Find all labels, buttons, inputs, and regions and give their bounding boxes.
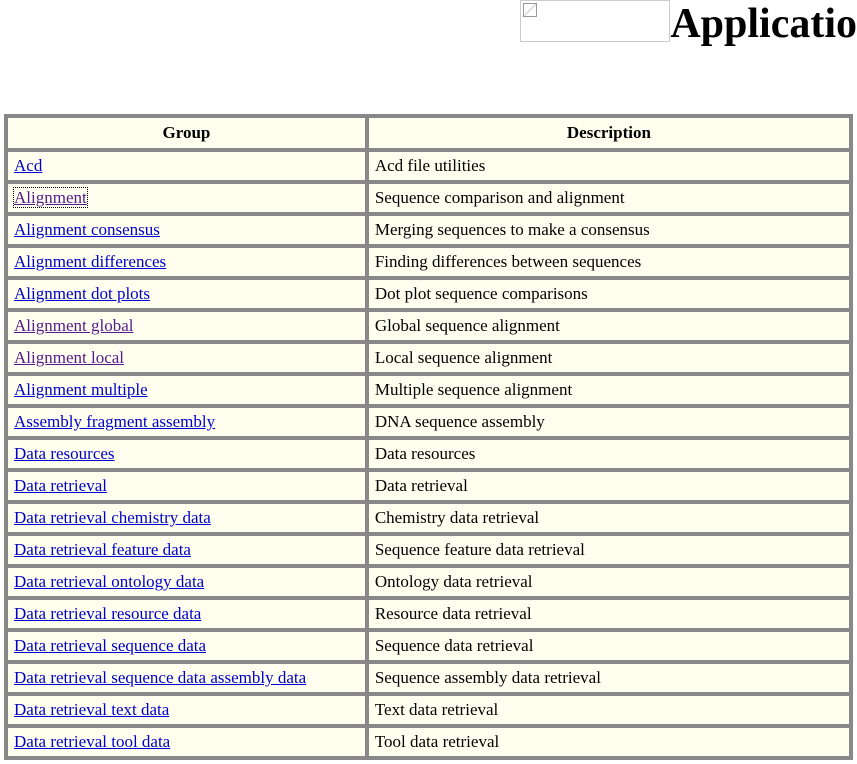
- cell-description: Text data retrieval: [368, 695, 850, 725]
- cell-description: Dot plot sequence comparisons: [368, 279, 850, 309]
- group-link[interactable]: Data retrieval resource data: [14, 604, 201, 623]
- group-link[interactable]: Data retrieval feature data: [14, 540, 191, 559]
- table-container: Group Description AcdAcd file utilitiesA…: [0, 110, 857, 764]
- table-row: Alignment differences Finding differences…: [7, 247, 850, 277]
- header-logo-box: [520, 0, 670, 42]
- table-body: Acd Acd file utilities Alignment Sequence c…: [7, 151, 850, 757]
- groups-table: Group Description AcdAcd file utilitiesA…: [4, 114, 853, 760]
- group-link[interactable]: Alignment differences: [14, 252, 166, 271]
- cell-description: Global sequence alignment: [368, 311, 850, 341]
- group-link[interactable]: Data retrieval tool data: [14, 732, 170, 751]
- cell-description: Sequence data retrieval: [368, 631, 850, 661]
- cell-description: DNA sequence assembly: [368, 407, 850, 437]
- table-row: Data retrieval chemistry data Chemistry d…: [7, 503, 850, 533]
- group-link[interactable]: Data retrieval: [14, 476, 107, 495]
- spacer: [0, 60, 857, 110]
- cell-group: Data retrieval chemistry data: [7, 503, 366, 533]
- group-link[interactable]: Alignment dot plots: [14, 284, 150, 303]
- cell-group: Data retrieval sequence data: [7, 631, 366, 661]
- cell-group: Alignment: [7, 183, 366, 213]
- cell-group: Data retrieval resource data: [7, 599, 366, 629]
- table-row: Data retrieval ontology data Ontology dat…: [7, 567, 850, 597]
- group-link[interactable]: Alignment local: [14, 348, 124, 367]
- page-header: Applicatio: [0, 0, 857, 60]
- group-link[interactable]: Data retrieval text data: [14, 700, 169, 719]
- cell-description: Resource data retrieval: [368, 599, 850, 629]
- cell-description: Finding differences between sequences: [368, 247, 850, 277]
- cell-group: Assembly fragment assembly: [7, 407, 366, 437]
- table-row: Data retrieval text data Text data retrie…: [7, 695, 850, 725]
- group-link[interactable]: Data retrieval chemistry data: [14, 508, 211, 527]
- table-row: Alignment Sequence comparison and alignme…: [7, 183, 850, 213]
- cell-description: Data retrieval: [368, 471, 850, 501]
- group-link[interactable]: Acd: [14, 156, 42, 175]
- cell-description: Sequence feature data retrieval: [368, 535, 850, 565]
- table-row: Alignment consensus Merging sequences to …: [7, 215, 850, 245]
- group-link[interactable]: Data retrieval ontology data: [14, 572, 204, 591]
- group-link[interactable]: Assembly fragment assembly: [14, 412, 215, 431]
- cell-description: Ontology data retrieval: [368, 567, 850, 597]
- cell-group: Data retrieval sequence data assembly da…: [7, 663, 366, 693]
- cell-description: Data resources: [368, 439, 850, 469]
- cell-group: Alignment consensus: [7, 215, 366, 245]
- cell-description: Acd file utilities: [368, 151, 850, 181]
- group-link[interactable]: Alignment: [14, 188, 87, 207]
- cell-description: Multiple sequence alignment: [368, 375, 850, 405]
- cell-group: Data retrieval ontology data: [7, 567, 366, 597]
- cell-description: Local sequence alignment: [368, 343, 850, 373]
- table-header-row: Group Description: [7, 117, 850, 149]
- table-row: Alignment local Local sequence alignment: [7, 343, 850, 373]
- group-link[interactable]: Alignment global: [14, 316, 133, 335]
- cell-group: Data resources: [7, 439, 366, 469]
- page-title: Applicatio: [670, 0, 857, 48]
- table-row: Data retrieval feature data Sequence feat…: [7, 535, 850, 565]
- table-row: Alignment global Global sequence alignmen…: [7, 311, 850, 341]
- cell-group: Data retrieval: [7, 471, 366, 501]
- broken-image-icon: [523, 3, 537, 17]
- header-group: Group: [7, 117, 366, 149]
- cell-group: Data retrieval feature data: [7, 535, 366, 565]
- table-row: Data retrieval Data retrieval: [7, 471, 850, 501]
- table-row: Data retrieval sequence data assembly da…: [7, 663, 850, 693]
- table-row: Acd Acd file utilities: [7, 151, 850, 181]
- cell-group: Alignment local: [7, 343, 366, 373]
- group-link[interactable]: Data retrieval sequence data: [14, 636, 206, 655]
- header-description: Description: [368, 117, 850, 149]
- cell-group: Alignment differences: [7, 247, 366, 277]
- table-row: Assembly fragment assembly DNA sequence a…: [7, 407, 850, 437]
- cell-description: Chemistry data retrieval: [368, 503, 850, 533]
- group-link[interactable]: Data resources: [14, 444, 115, 463]
- group-link[interactable]: Alignment multiple: [14, 380, 148, 399]
- group-link[interactable]: Alignment consensus: [14, 220, 160, 239]
- cell-description: Tool data retrieval: [368, 727, 850, 757]
- group-link[interactable]: Data retrieval sequence data assembly da…: [14, 668, 306, 687]
- cell-description: Merging sequences to make a consensus: [368, 215, 850, 245]
- cell-description: Sequence comparison and alignment: [368, 183, 850, 213]
- table-row: Alignment dot plots Dot plot sequence com…: [7, 279, 850, 309]
- cell-group: Alignment global: [7, 311, 366, 341]
- table-row: Data retrieval tool data Tool data retrie…: [7, 727, 850, 757]
- cell-group: Data retrieval text data: [7, 695, 366, 725]
- cell-group: Acd: [7, 151, 366, 181]
- cell-group: Alignment dot plots: [7, 279, 366, 309]
- table-row: Alignment multiple Multiple sequence alig…: [7, 375, 850, 405]
- table-row: Data resources Data resources: [7, 439, 850, 469]
- cell-description: Sequence assembly data retrieval: [368, 663, 850, 693]
- cell-group: Alignment multiple: [7, 375, 366, 405]
- table-row: Data retrieval sequence data Sequence dat…: [7, 631, 850, 661]
- cell-group: Data retrieval tool data: [7, 727, 366, 757]
- table-row: Data retrieval resource data Resource dat…: [7, 599, 850, 629]
